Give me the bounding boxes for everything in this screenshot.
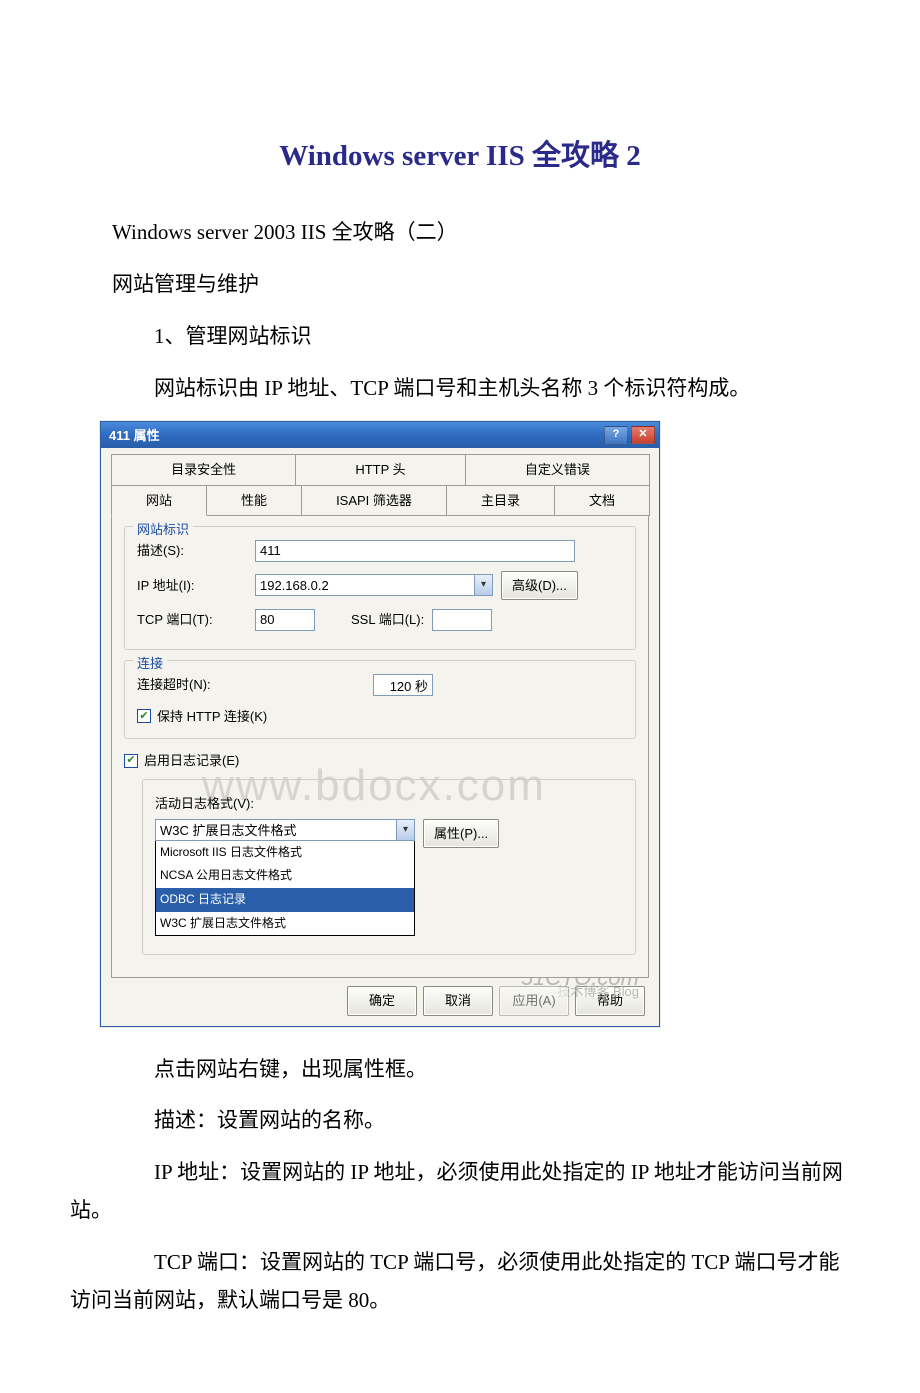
ssl-port-label: SSL 端口(L): <box>351 608 424 631</box>
paragraph: TCP 端口：设置网站的 TCP 端口号，必须使用此处指定的 TCP 端口号才能… <box>70 1244 850 1320</box>
paragraph: 点击网站右键，出现属性框。 <box>70 1051 850 1089</box>
connection-timeout-label: 连接超时(N): <box>137 673 247 696</box>
advanced-button[interactable]: 高级(D)... <box>501 571 578 600</box>
close-icon[interactable]: ✕ <box>631 426 655 444</box>
tab-custom-errors[interactable]: 自定义错误 <box>465 454 650 485</box>
tab-website[interactable]: 网站 <box>111 485 207 516</box>
tab-directory-security[interactable]: 目录安全性 <box>111 454 296 485</box>
dialog-title: 411 属性 <box>109 424 160 447</box>
tab-http-headers[interactable]: HTTP 头 <box>295 454 466 485</box>
connection-timeout-input[interactable] <box>373 674 433 696</box>
group-legend: 网站标识 <box>133 518 193 541</box>
apply-button[interactable]: 应用(A) <box>499 986 569 1015</box>
paragraph: 1、管理网站标识 <box>70 318 850 356</box>
paragraph: 网站标识由 IP 地址、TCP 端口号和主机头名称 3 个标识符构成。 <box>70 370 850 408</box>
connection-group: 连接 连接超时(N): ✔ 保持 HTTP 连接(K) <box>124 660 636 739</box>
properties-dialog: 411 属性 ? ✕ 目录安全性 HTTP 头 自定义错误 网站 性能 ISAP… <box>100 421 660 1026</box>
ok-button[interactable]: 确定 <box>347 986 417 1015</box>
logging-group: 活动日志格式(V): ▾ Microsoft IIS 日志文件格式 NCSA 公… <box>142 779 636 956</box>
cancel-button[interactable]: 取消 <box>423 986 493 1015</box>
log-format-options: Microsoft IIS 日志文件格式 NCSA 公用日志文件格式 ODBC … <box>155 841 415 936</box>
chevron-down-icon[interactable]: ▾ <box>397 819 415 841</box>
site-identification-group: 网站标识 描述(S): IP 地址(I): ▾ 高级(D)... <box>124 526 636 650</box>
tab-home-directory[interactable]: 主目录 <box>446 485 555 516</box>
chevron-down-icon[interactable]: ▾ <box>475 574 493 596</box>
log-properties-button[interactable]: 属性(P)... <box>423 819 499 848</box>
tcp-port-input[interactable] <box>255 609 315 631</box>
titlebar: 411 属性 ? ✕ <box>101 422 659 448</box>
checkbox-label: 启用日志记录(E) <box>144 749 239 772</box>
ssl-port-input[interactable] <box>432 609 492 631</box>
help-icon[interactable]: ? <box>604 426 628 444</box>
ip-address-label: IP 地址(I): <box>137 574 247 597</box>
group-legend: 连接 <box>133 652 167 675</box>
log-format-select[interactable] <box>155 819 397 841</box>
description-label: 描述(S): <box>137 539 247 562</box>
tcp-port-label: TCP 端口(T): <box>137 608 247 631</box>
log-format-option[interactable]: W3C 扩展日志文件格式 <box>156 912 414 936</box>
log-format-label: 活动日志格式(V): <box>155 792 254 815</box>
checkbox-icon: ✔ <box>124 754 138 768</box>
help-button[interactable]: 帮助 <box>575 986 645 1015</box>
tab-isapi-filters[interactable]: ISAPI 筛选器 <box>301 485 447 516</box>
checkbox-icon: ✔ <box>137 709 151 723</box>
ip-address-input[interactable] <box>255 574 475 596</box>
paragraph: IP 地址：设置网站的 IP 地址，必须使用此处指定的 IP 地址才能访问当前网… <box>70 1154 850 1230</box>
log-format-option[interactable]: ODBC 日志记录 <box>156 888 414 912</box>
paragraph: Windows server 2003 IIS 全攻略（二） <box>70 214 850 252</box>
tab-documents[interactable]: 文档 <box>554 485 650 516</box>
description-input[interactable] <box>255 540 575 562</box>
log-format-option[interactable]: Microsoft IIS 日志文件格式 <box>156 841 414 865</box>
paragraph: 描述：设置网站的名称。 <box>70 1102 850 1140</box>
enable-logging-checkbox[interactable]: ✔ 启用日志记录(E) <box>124 749 636 772</box>
page-title: Windows server IIS 全攻略 2 <box>70 130 850 182</box>
paragraph: 网站管理与维护 <box>70 266 850 304</box>
checkbox-label: 保持 HTTP 连接(K) <box>157 705 267 728</box>
tab-performance[interactable]: 性能 <box>206 485 302 516</box>
keep-http-checkbox[interactable]: ✔ 保持 HTTP 连接(K) <box>137 705 623 728</box>
log-format-option[interactable]: NCSA 公用日志文件格式 <box>156 864 414 888</box>
